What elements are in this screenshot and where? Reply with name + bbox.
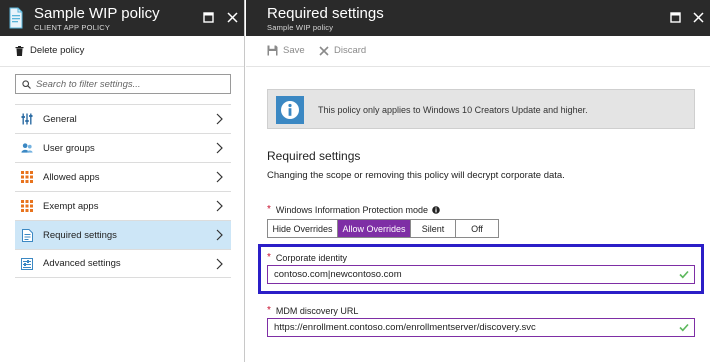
nav-item-general[interactable]: General [15,104,231,133]
wip-mode-selector: Hide Overrides Allow Overrides Silent Of… [267,219,499,238]
wip-mode-option-hide-overrides[interactable]: Hide Overrides [268,220,338,237]
search-icon [22,79,31,89]
mdm-url-input[interactable] [274,322,674,333]
required-asterisk: * [267,204,271,215]
apps-grid-icon [21,200,33,212]
nav-item-label: Advanced settings [43,258,121,269]
close-button[interactable] [224,9,240,25]
info-banner: This policy only applies to Windows 10 C… [267,89,695,129]
nav-item-label: Required settings [43,229,117,241]
info-tooltip-icon[interactable] [432,205,440,214]
trash-icon [15,45,24,56]
close-button[interactable] [690,9,706,25]
discard-button[interactable]: Discard [319,45,366,56]
wip-mode-option-off[interactable]: Off [456,220,498,237]
sliders-icon [21,113,33,125]
nav-item-label: Allowed apps [43,171,100,183]
left-toolbar: Delete policy [0,36,244,67]
close-icon [319,45,329,56]
nav-item-label: User groups [43,142,95,154]
settings-sliders-icon [21,257,33,270]
maximize-button[interactable] [667,9,683,25]
maximize-icon [669,11,681,23]
wip-mode-option-allow-overrides[interactable]: Allow Overrides [338,220,411,237]
chevron-right-icon [216,258,223,270]
wip-mode-label-text: Windows Information Protection mode [275,204,428,215]
nav-item-user-groups[interactable]: User groups [15,133,231,162]
checkmark-icon [679,323,689,332]
section-title: Required settings [267,149,361,163]
close-icon [226,11,238,23]
right-toolbar: Save Discard [246,36,710,67]
callout-highlight-box [258,244,704,294]
mdm-url-label-text: MDM discovery URL [275,305,359,316]
settings-nav: General User groups Allowed apps Exempt … [15,104,231,278]
left-blade-title: Sample WIP policy [34,5,160,22]
wip-mode-label: * Windows Information Protection mode [267,204,440,215]
maximize-icon [202,11,214,23]
nav-item-advanced-settings[interactable]: Advanced settings [15,249,231,278]
nav-item-exempt-apps[interactable]: Exempt apps [15,191,231,220]
filter-settings-box[interactable] [15,74,231,94]
chevron-right-icon [216,200,223,212]
chevron-right-icon [216,229,223,241]
left-blade: Sample WIP policy CLIENT APP POLICY Dele… [0,0,245,362]
chevron-right-icon [216,171,223,183]
left-blade-subtitle: CLIENT APP POLICY [34,23,111,32]
filter-settings-input[interactable] [36,78,216,90]
nav-item-allowed-apps[interactable]: Allowed apps [15,162,231,191]
section-description: Changing the scope or removing this poli… [267,170,565,181]
nav-item-label: General [43,113,77,125]
mdm-url-field[interactable] [267,318,695,337]
delete-policy-label: Delete policy [30,45,85,56]
right-blade-title: Required settings [267,5,384,22]
policy-document-icon [9,7,23,29]
info-message: This policy only applies to Windows 10 C… [318,105,588,115]
maximize-button[interactable] [200,9,216,25]
delete-policy-button[interactable]: Delete policy [15,45,84,56]
close-icon [692,11,704,23]
discard-label: Discard [334,45,367,56]
save-icon [267,45,278,56]
info-icon [276,96,304,124]
right-blade-header: Required settings Sample WIP policy [246,0,710,36]
nav-item-label: Exempt apps [43,200,99,212]
document-icon [21,228,33,242]
chevron-right-icon [216,142,223,154]
left-blade-header: Sample WIP policy CLIENT APP POLICY [0,0,244,36]
chevron-right-icon [216,113,223,125]
save-button[interactable]: Save [267,45,305,56]
wip-mode-option-silent[interactable]: Silent [411,220,456,237]
apps-grid-icon [21,171,33,183]
required-asterisk: * [267,305,271,316]
right-blade-subtitle: Sample WIP policy [267,23,334,32]
users-icon [21,142,33,154]
nav-item-required-settings[interactable]: Required settings [15,220,231,249]
save-label: Save [283,45,305,56]
mdm-url-label: * MDM discovery URL [267,305,358,316]
right-blade: Required settings Sample WIP policy Save… [246,0,710,362]
